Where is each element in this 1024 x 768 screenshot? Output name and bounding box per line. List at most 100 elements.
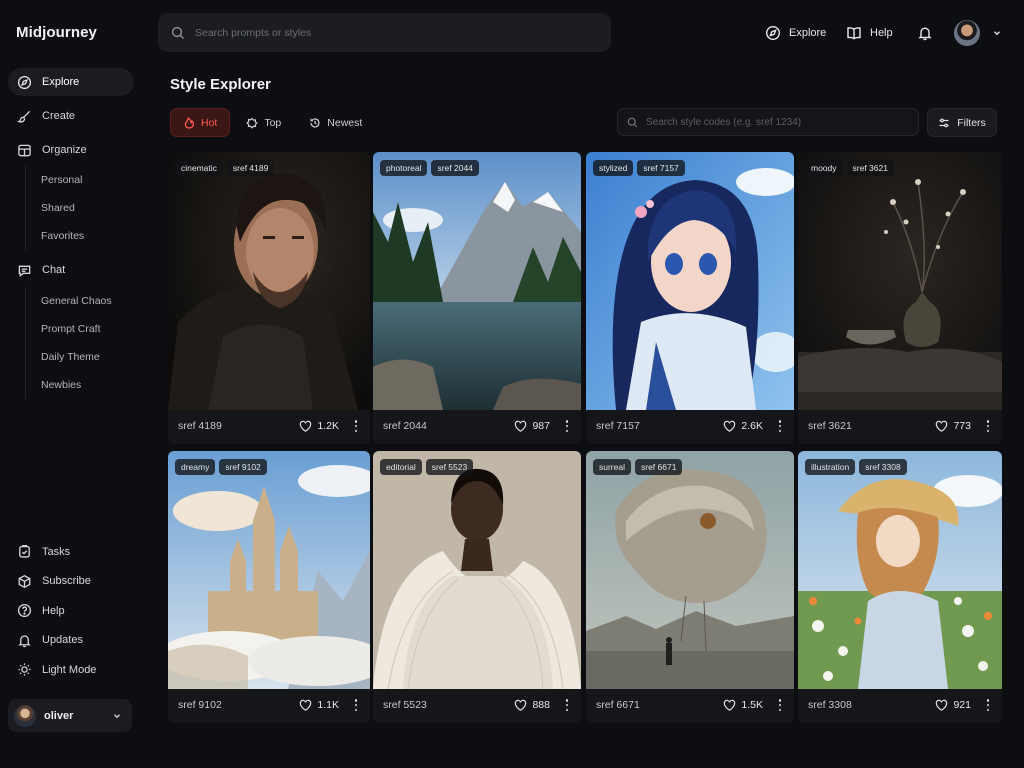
sidebar: Midjourney Explore Create Organize Perso… bbox=[0, 0, 146, 768]
more-options-icon[interactable] bbox=[775, 698, 785, 712]
sref-code: sref 9102 bbox=[178, 699, 222, 711]
more-options-icon[interactable] bbox=[562, 419, 572, 433]
sidebar-item-chat[interactable]: Chat bbox=[8, 256, 134, 284]
style-tag[interactable]: illustration bbox=[805, 459, 856, 475]
style-search-input[interactable] bbox=[646, 116, 906, 128]
style-tag[interactable]: sref 5523 bbox=[425, 459, 474, 475]
style-card[interactable]: photoreal sref 2044 sref 2044 987 bbox=[373, 152, 581, 444]
tab-newest[interactable]: Newest bbox=[297, 108, 374, 137]
search-icon bbox=[171, 26, 185, 39]
more-options-icon[interactable] bbox=[775, 419, 785, 433]
style-tag[interactable]: dreamy bbox=[175, 459, 216, 475]
user-menu[interactable]: oliver bbox=[8, 699, 132, 732]
sidebar-item-label: Chat bbox=[42, 264, 66, 276]
like-button[interactable]: 773 bbox=[935, 420, 971, 433]
sidebar-item-updates[interactable]: Updates bbox=[8, 626, 134, 656]
sidebar-item-create[interactable]: Create bbox=[8, 102, 134, 130]
sidebar-subitem-prompt-craft[interactable]: Prompt Craft bbox=[41, 315, 134, 343]
style-tag[interactable]: surreal bbox=[593, 459, 631, 475]
style-tag[interactable]: photoreal bbox=[380, 160, 428, 176]
sidebar-item-help[interactable]: Help bbox=[8, 596, 134, 626]
top-help-label: Help bbox=[870, 27, 893, 39]
tag-list: illustration sref 3308 bbox=[805, 459, 907, 475]
app-logo[interactable]: Midjourney bbox=[16, 24, 97, 41]
card-footer: sref 2044 987 bbox=[373, 408, 581, 444]
card-footer: sref 9102 1.1K bbox=[168, 687, 370, 723]
style-tag[interactable]: sref 9102 bbox=[219, 459, 267, 475]
sidebar-subitem-newbies[interactable]: Newbies bbox=[41, 371, 134, 399]
tab-top-label: Top bbox=[264, 116, 282, 129]
card-footer: sref 7157 2.6K bbox=[586, 408, 794, 444]
style-card[interactable]: surreal sref 6671 sref 6671 1.5K bbox=[586, 451, 794, 723]
sidebar-subitem-daily-theme[interactable]: Daily Theme bbox=[41, 343, 134, 371]
style-tag[interactable]: cinematic bbox=[175, 160, 223, 176]
tab-hot[interactable]: Hot bbox=[170, 108, 231, 137]
avatar bbox=[954, 20, 980, 46]
card-footer: sref 6671 1.5K bbox=[586, 687, 794, 723]
style-tag[interactable]: sref 7157 bbox=[637, 160, 685, 176]
sidebar-item-label: Organize bbox=[42, 144, 87, 156]
more-options-icon[interactable] bbox=[351, 419, 361, 433]
sref-code: sref 6671 bbox=[596, 699, 640, 711]
card-footer: sref 4189 1.2K bbox=[168, 408, 370, 444]
global-search[interactable] bbox=[158, 13, 611, 52]
style-thumbnail bbox=[586, 451, 794, 689]
style-thumbnail bbox=[373, 152, 581, 410]
style-tag[interactable]: sref 6671 bbox=[634, 459, 683, 475]
style-card[interactable]: dreamy sref 9102 sref 9102 1.1K bbox=[168, 451, 370, 723]
style-card[interactable]: illustration sref 3308 sref 3308 921 bbox=[798, 451, 1002, 723]
top-explore-link[interactable]: Explore bbox=[765, 20, 826, 46]
like-button[interactable]: 1.1K bbox=[299, 699, 339, 712]
style-thumbnail bbox=[798, 451, 1002, 689]
style-thumbnail bbox=[168, 152, 370, 410]
style-tag[interactable]: sref 3621 bbox=[846, 160, 894, 176]
style-card[interactable]: moody sref 3621 sref 3621 773 bbox=[798, 152, 1002, 444]
sref-code: sref 3308 bbox=[808, 699, 852, 711]
style-tag[interactable]: stylized bbox=[593, 160, 634, 176]
book-icon bbox=[847, 27, 861, 40]
folder-grid-icon bbox=[18, 144, 31, 156]
sidebar-subitem-favorites[interactable]: Favorites bbox=[41, 222, 134, 250]
notifications-button[interactable] bbox=[917, 20, 933, 46]
style-tag[interactable]: sref 2044 bbox=[431, 160, 479, 176]
sidebar-item-tasks[interactable]: Tasks bbox=[8, 537, 134, 567]
user-name: oliver bbox=[44, 709, 74, 722]
sidebar-item-light-mode[interactable]: Light Mode bbox=[8, 655, 134, 685]
compass-icon bbox=[17, 75, 32, 89]
style-card[interactable]: editorial sref 5523 sref 5523 888 bbox=[373, 451, 581, 723]
style-tag[interactable]: sref 4189 bbox=[226, 160, 275, 176]
account-menu[interactable] bbox=[954, 20, 1002, 46]
heart-icon bbox=[936, 699, 948, 711]
sidebar-subitem-shared[interactable]: Shared bbox=[41, 194, 134, 222]
style-tag[interactable]: editorial bbox=[380, 459, 422, 475]
primary-nav: Explore Create Organize Personal Shared … bbox=[8, 68, 134, 399]
sref-code: sref 2044 bbox=[383, 420, 427, 432]
like-button[interactable]: 921 bbox=[935, 699, 971, 712]
avatar bbox=[14, 704, 36, 727]
sidebar-subitem-personal[interactable]: Personal bbox=[41, 166, 134, 194]
like-button[interactable]: 888 bbox=[514, 699, 550, 712]
top-help-link[interactable]: Help bbox=[846, 20, 893, 46]
filters-button[interactable]: Filters bbox=[927, 108, 997, 137]
sidebar-item-label: Updates bbox=[42, 634, 83, 647]
like-button[interactable]: 1.5K bbox=[723, 699, 763, 712]
more-options-icon[interactable] bbox=[351, 698, 361, 712]
style-code-search[interactable] bbox=[617, 108, 919, 136]
style-tag[interactable]: sref 3308 bbox=[859, 459, 907, 475]
style-card[interactable]: stylized sref 7157 sref 7157 2.6K bbox=[586, 152, 794, 444]
sidebar-subitem-general-chaos[interactable]: General Chaos bbox=[41, 287, 134, 315]
like-button[interactable]: 1.2K bbox=[299, 420, 339, 433]
sidebar-item-organize[interactable]: Organize bbox=[8, 136, 134, 164]
more-options-icon[interactable] bbox=[983, 698, 993, 712]
tab-top[interactable]: Top bbox=[234, 108, 293, 137]
package-icon bbox=[18, 574, 31, 588]
like-button[interactable]: 2.6K bbox=[723, 420, 763, 433]
search-input[interactable] bbox=[195, 26, 595, 39]
sidebar-item-explore[interactable]: Explore bbox=[8, 68, 134, 96]
more-options-icon[interactable] bbox=[983, 419, 993, 433]
more-options-icon[interactable] bbox=[562, 698, 572, 712]
sidebar-item-subscribe[interactable]: Subscribe bbox=[8, 567, 134, 597]
style-tag[interactable]: moody bbox=[805, 160, 843, 176]
style-card[interactable]: cinematic sref 4189 sref 4189 1.2K bbox=[168, 152, 370, 444]
like-button[interactable]: 987 bbox=[514, 420, 550, 433]
